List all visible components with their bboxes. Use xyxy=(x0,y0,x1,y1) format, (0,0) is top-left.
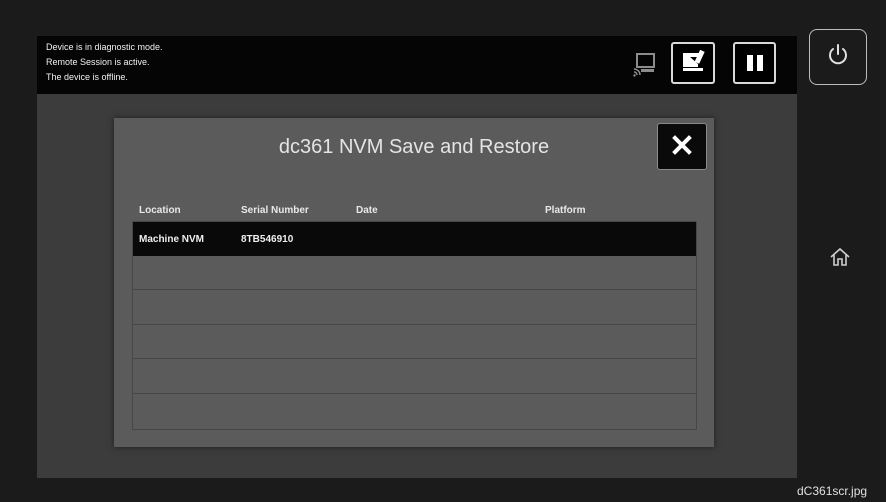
home-button[interactable] xyxy=(826,246,854,272)
device-screen: Device is in diagnostic mode. Remote Ses… xyxy=(37,36,797,478)
power-icon xyxy=(826,43,850,71)
pause-icon xyxy=(745,55,765,71)
table-header: Location Serial Number Date Platform xyxy=(114,205,714,219)
nvm-table: Machine NVM 8TB546910 xyxy=(132,221,697,430)
table-row[interactable] xyxy=(133,360,696,394)
close-button[interactable] xyxy=(657,123,707,170)
cell-serial-number: 8TB546910 xyxy=(241,234,294,245)
nvm-save-restore-dialog: dc361 NVM Save and Restore Location Seri… xyxy=(114,118,714,447)
pause-button[interactable] xyxy=(733,42,776,84)
close-icon xyxy=(672,134,692,159)
status-messages: Device is in diagnostic mode. Remote Ses… xyxy=(46,40,163,85)
power-button[interactable] xyxy=(809,29,867,85)
job-status-button[interactable] xyxy=(671,42,715,84)
column-header-date: Date xyxy=(356,205,378,216)
table-row[interactable] xyxy=(133,394,696,428)
status-diagnostic-mode: Device is in diagnostic mode. xyxy=(46,42,163,52)
remote-session-icon xyxy=(633,52,657,78)
dialog-title: dc361 NVM Save and Restore xyxy=(278,136,550,158)
table-row[interactable] xyxy=(133,291,696,325)
job-status-icon xyxy=(681,49,705,76)
image-filename-caption: dC361scr.jpg xyxy=(797,484,868,498)
cell-location: Machine NVM xyxy=(139,234,205,245)
status-bar: Device is in diagnostic mode. Remote Ses… xyxy=(37,36,797,94)
table-row[interactable] xyxy=(133,256,696,290)
column-header-location: Location xyxy=(139,205,181,216)
column-header-serial-number: Serial Number xyxy=(241,205,309,216)
column-header-platform: Platform xyxy=(545,205,586,216)
home-icon xyxy=(829,247,851,271)
status-remote-session: Remote Session is active. xyxy=(46,57,150,67)
status-offline: The device is offline. xyxy=(46,72,128,82)
table-row[interactable]: Machine NVM 8TB546910 xyxy=(133,222,696,256)
table-row[interactable] xyxy=(133,325,696,359)
